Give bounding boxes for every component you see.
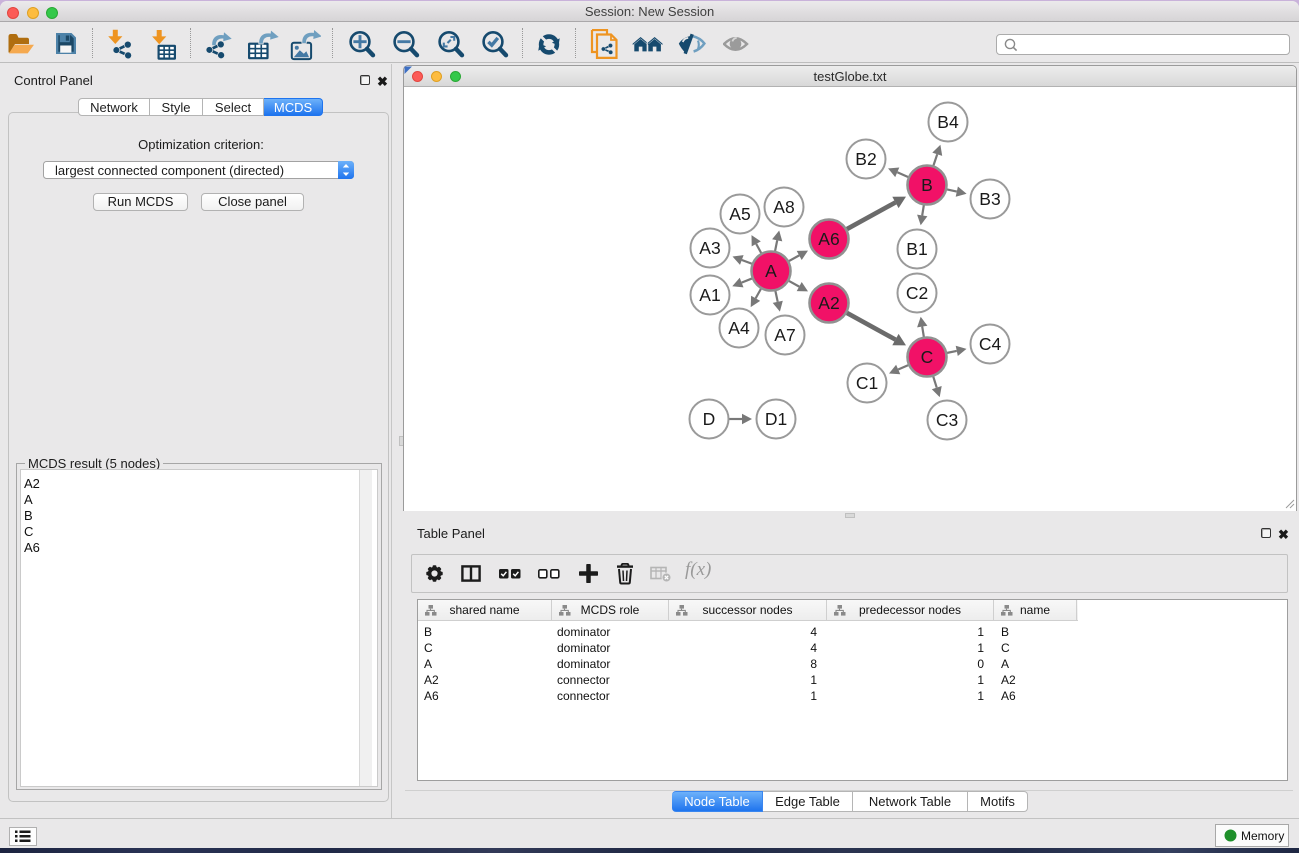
svg-text:B: B — [921, 175, 933, 195]
svg-text:A2: A2 — [818, 293, 839, 313]
svg-text:C2: C2 — [906, 283, 928, 303]
svg-text:A4: A4 — [728, 318, 750, 338]
svg-text:B2: B2 — [855, 149, 876, 169]
svg-text:C3: C3 — [936, 410, 958, 430]
svg-text:A7: A7 — [774, 325, 795, 345]
svg-text:A: A — [765, 261, 777, 281]
svg-text:B1: B1 — [906, 239, 927, 259]
svg-text:A1: A1 — [699, 285, 720, 305]
svg-text:D1: D1 — [765, 409, 787, 429]
svg-text:B4: B4 — [937, 112, 959, 132]
svg-text:C: C — [921, 347, 934, 367]
svg-text:A6: A6 — [818, 229, 839, 249]
svg-text:A8: A8 — [773, 197, 794, 217]
svg-text:B3: B3 — [979, 189, 1000, 209]
svg-text:D: D — [703, 409, 716, 429]
svg-text:A5: A5 — [729, 204, 750, 224]
svg-text:C1: C1 — [856, 373, 878, 393]
svg-text:C4: C4 — [979, 334, 1002, 354]
svg-text:A3: A3 — [699, 238, 720, 258]
